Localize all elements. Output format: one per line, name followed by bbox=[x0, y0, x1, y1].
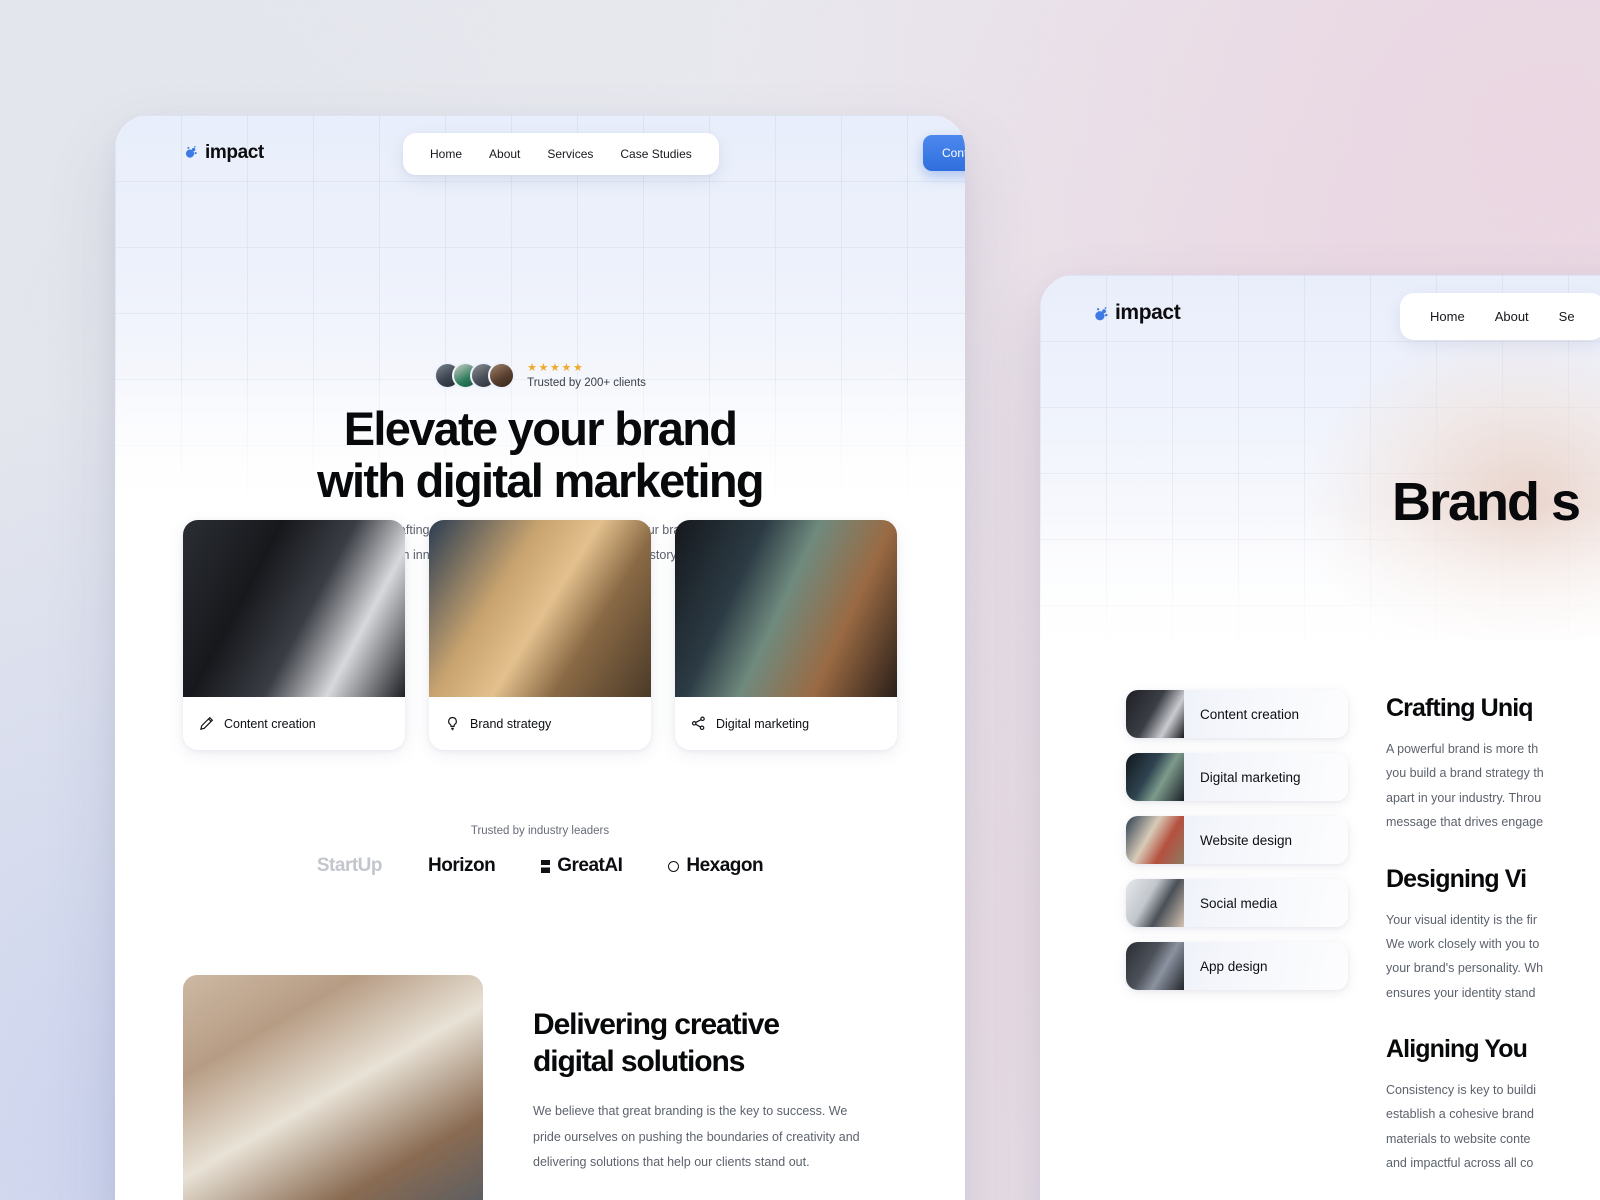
right-browser-panel: impact Home About Se Brand s Content cre… bbox=[1040, 275, 1600, 1200]
paragraph-line: We work closely with you to bbox=[1386, 936, 1540, 951]
content-block: Aligning You Consistency is key to build… bbox=[1386, 1035, 1600, 1176]
list-item-thumbnail bbox=[1126, 753, 1184, 801]
industry-leaders-caption: Trusted by industry leaders bbox=[470, 825, 610, 837]
star-rating-icon: ★★★★★ bbox=[527, 361, 585, 374]
content-block: Designing Vi Your visual identity is the… bbox=[1386, 865, 1600, 1006]
hero-title: Elevate your brand with digital marketin… bbox=[115, 402, 965, 508]
right-navbar: impact Home About Se bbox=[1040, 275, 1600, 350]
logo-hexagon: Hexagon bbox=[668, 855, 764, 877]
logo-greatai-label: GreatAI bbox=[557, 855, 623, 876]
nav-item-about[interactable]: About bbox=[1483, 304, 1541, 329]
logo-horizon: Horizon bbox=[428, 855, 496, 877]
circle-outline-icon bbox=[668, 860, 680, 872]
list-item-label: App design bbox=[1200, 958, 1268, 974]
content-block-heading: Aligning You bbox=[1386, 1035, 1528, 1063]
list-item[interactable]: Website design bbox=[1126, 816, 1348, 864]
impact-splash-logo-icon bbox=[183, 145, 198, 160]
avatar bbox=[488, 362, 516, 389]
paragraph-line: establish a cohesive brand bbox=[1386, 1107, 1535, 1122]
logo-startup: StartUp bbox=[316, 855, 383, 877]
left-nav-pill: Home About Services Case Studies bbox=[403, 133, 719, 175]
paragraph-line: you build a brand strategy th bbox=[1386, 766, 1544, 781]
list-item[interactable]: Digital marketing bbox=[1126, 753, 1348, 801]
share-nodes-icon bbox=[691, 716, 706, 731]
pencil-icon bbox=[199, 716, 214, 731]
logo-greatai: GreatAI bbox=[541, 855, 623, 877]
service-list: Content creation Digital marketing Websi… bbox=[1126, 690, 1348, 1176]
service-card-image bbox=[675, 520, 897, 697]
trust-badge: ★★★★★ Trusted by 200+ clients bbox=[115, 362, 965, 389]
brand-logo[interactable]: impact bbox=[1092, 301, 1181, 325]
service-card-label: Brand strategy bbox=[470, 716, 552, 731]
service-cards: Content creation Brand strategy Digital … bbox=[183, 520, 897, 750]
about-image bbox=[183, 975, 483, 1200]
paragraph-line: and impactful across all co bbox=[1386, 1156, 1534, 1171]
paragraph-line: A powerful brand is more th bbox=[1386, 742, 1539, 756]
nav-item-home[interactable]: Home bbox=[419, 142, 473, 166]
service-card-image bbox=[183, 520, 405, 697]
list-item-thumbnail bbox=[1126, 690, 1184, 738]
right-body: Content creation Digital marketing Websi… bbox=[1040, 690, 1600, 1176]
about-paragraph: We believe that great branding is the ke… bbox=[533, 1104, 860, 1170]
client-logo-row: StartUp Horizon GreatAI Hexagon bbox=[115, 855, 965, 877]
right-hero-title: Brand s bbox=[1392, 472, 1581, 532]
client-avatars bbox=[434, 362, 516, 389]
left-browser-panel: impact Home About Services Case Studies … bbox=[115, 115, 965, 1200]
logo-hexagon-label: Hexagon bbox=[686, 855, 764, 876]
right-nav-pill: Home About Se bbox=[1400, 293, 1600, 340]
service-card-label: Content creation bbox=[224, 716, 316, 731]
paragraph-line: Consistency is key to buildi bbox=[1386, 1083, 1537, 1097]
paragraph-line: Your visual identity is the fir bbox=[1386, 912, 1538, 927]
about-heading: Delivering creative digital solutions bbox=[533, 1007, 863, 1080]
list-item-label: Digital marketing bbox=[1200, 769, 1301, 785]
split-square-icon bbox=[541, 859, 551, 873]
service-card[interactable]: Content creation bbox=[183, 520, 405, 750]
list-item-thumbnail bbox=[1126, 816, 1184, 864]
logo-horizon-label: Horizon bbox=[428, 855, 496, 876]
content-block-heading: Designing Vi bbox=[1386, 864, 1527, 893]
content-block-paragraph: A powerful brand is more th you build a … bbox=[1386, 737, 1600, 835]
list-item-label: Website design bbox=[1200, 832, 1293, 848]
service-card-label: Digital marketing bbox=[716, 716, 810, 731]
trusted-clients-label: Trusted by 200+ clients bbox=[527, 376, 646, 389]
hero-title-line-2: with digital marketing bbox=[317, 454, 764, 508]
content-block: Crafting Uniq A powerful brand is more t… bbox=[1386, 694, 1600, 835]
list-item-thumbnail bbox=[1126, 942, 1184, 990]
brand-logo[interactable]: impact bbox=[183, 142, 264, 164]
paragraph-line: message that drives engage bbox=[1386, 815, 1544, 830]
left-navbar: impact Home About Services Case Studies … bbox=[115, 115, 965, 190]
brand-name: impact bbox=[1115, 301, 1181, 324]
service-card[interactable]: Brand strategy bbox=[429, 520, 651, 750]
paragraph-line: your brand's personality. Wh bbox=[1386, 961, 1544, 976]
paragraph-line: ensures your identity stand bbox=[1386, 985, 1536, 1000]
nav-item-home[interactable]: Home bbox=[1418, 304, 1477, 329]
list-item-thumbnail bbox=[1126, 879, 1184, 927]
paragraph-line: materials to website conte bbox=[1386, 1131, 1531, 1146]
impact-splash-logo-icon bbox=[1092, 306, 1108, 321]
about-heading-line-1: Delivering creative bbox=[533, 1008, 780, 1041]
contact-us-button[interactable]: Contact us bbox=[923, 135, 965, 171]
paragraph-line: apart in your industry. Throu bbox=[1386, 790, 1542, 805]
service-card-image bbox=[429, 520, 651, 697]
about-heading-line-2: digital solutions bbox=[533, 1044, 745, 1078]
service-card[interactable]: Digital marketing bbox=[675, 520, 897, 750]
list-item-label: Social media bbox=[1200, 895, 1278, 911]
nav-item-case-studies[interactable]: Case Studies bbox=[609, 142, 702, 166]
list-item[interactable]: App design bbox=[1126, 942, 1348, 990]
right-content-column: Crafting Uniq A powerful brand is more t… bbox=[1386, 690, 1600, 1176]
lightbulb-icon bbox=[445, 716, 460, 731]
content-block-paragraph: Your visual identity is the fir We work … bbox=[1386, 908, 1600, 1006]
brand-name: impact bbox=[205, 141, 264, 163]
hero-title-line-1: Elevate your brand bbox=[343, 402, 738, 455]
list-item[interactable]: Content creation bbox=[1126, 690, 1348, 738]
nav-item-services[interactable]: Services bbox=[536, 142, 604, 166]
list-item-label: Content creation bbox=[1200, 706, 1300, 722]
content-block-paragraph: Consistency is key to buildi establish a… bbox=[1386, 1078, 1600, 1176]
nav-item-about[interactable]: About bbox=[478, 142, 531, 166]
nav-item-services[interactable]: Se bbox=[1547, 304, 1587, 329]
list-item[interactable]: Social media bbox=[1126, 879, 1348, 927]
logo-startup-label: StartUp bbox=[316, 855, 383, 876]
about-section: Delivering creative digital solutions We… bbox=[183, 975, 897, 1200]
content-block-heading: Crafting Uniq bbox=[1386, 694, 1534, 722]
